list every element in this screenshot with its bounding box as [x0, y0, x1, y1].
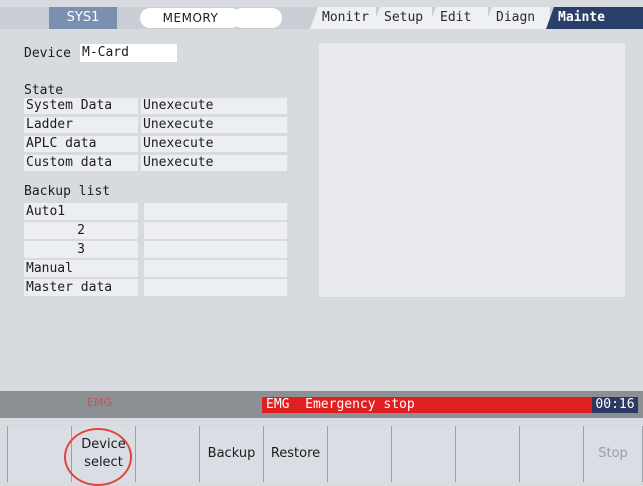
device-field[interactable]: M-Card [80, 44, 177, 62]
tab-diagnosis[interactable]: Diagn [484, 7, 550, 29]
alarm-message: EMG Emergency stop [262, 397, 592, 413]
device-label: Device [24, 46, 71, 61]
softkey-6[interactable] [327, 426, 391, 482]
backup-row-value [144, 241, 287, 258]
alarm-code: EMG [266, 397, 290, 412]
softkey-9[interactable] [519, 426, 583, 482]
backup-button[interactable]: Backup [199, 426, 263, 482]
softkey-3[interactable] [135, 426, 199, 482]
tab-setup[interactable]: Setup [372, 7, 432, 29]
system-indicator: SYS1 [49, 7, 117, 29]
state-row-label: System Data [24, 98, 138, 114]
backup-row-label[interactable]: 2 [24, 222, 138, 239]
softkey-8[interactable] [455, 426, 519, 482]
tab-monitor[interactable]: Monitr [310, 7, 376, 29]
backup-row-label[interactable]: 3 [24, 241, 138, 258]
backup-list-title: Backup list [24, 184, 111, 199]
backup-row-label[interactable]: Auto1 [24, 203, 138, 220]
state-row-value: Unexecute [141, 98, 287, 114]
state-row-label: Custom data [24, 155, 138, 171]
backup-row-label[interactable]: Manual [24, 260, 138, 277]
clock: 00:16 [592, 397, 638, 413]
state-row-value: Unexecute [141, 117, 287, 133]
backup-row-label[interactable]: Master data [24, 279, 138, 296]
tab-maintenance[interactable]: Mainte [546, 7, 643, 29]
state-row-value: Unexecute [141, 136, 287, 152]
state-row-label: Ladder [24, 117, 138, 133]
mode-indicator: MEMORY [140, 8, 241, 28]
emg-indicator: EMG [87, 396, 112, 409]
softkey-1[interactable] [7, 426, 71, 482]
stop-button[interactable]: Stop [583, 426, 643, 482]
state-row-label: APLC data [24, 136, 138, 152]
state-title: State [24, 83, 64, 98]
restore-button[interactable]: Restore [263, 426, 327, 482]
backup-row-value [144, 203, 287, 220]
tab-edit[interactable]: Edit [428, 7, 488, 29]
backup-row-value [144, 279, 287, 296]
alarm-text: Emergency stop [305, 397, 415, 412]
highlight-circle [64, 428, 132, 486]
state-row-value: Unexecute [141, 155, 287, 171]
softkey-7[interactable] [391, 426, 455, 482]
backup-row-value [144, 222, 287, 239]
right-panel [319, 43, 625, 297]
backup-row-value [144, 260, 287, 277]
